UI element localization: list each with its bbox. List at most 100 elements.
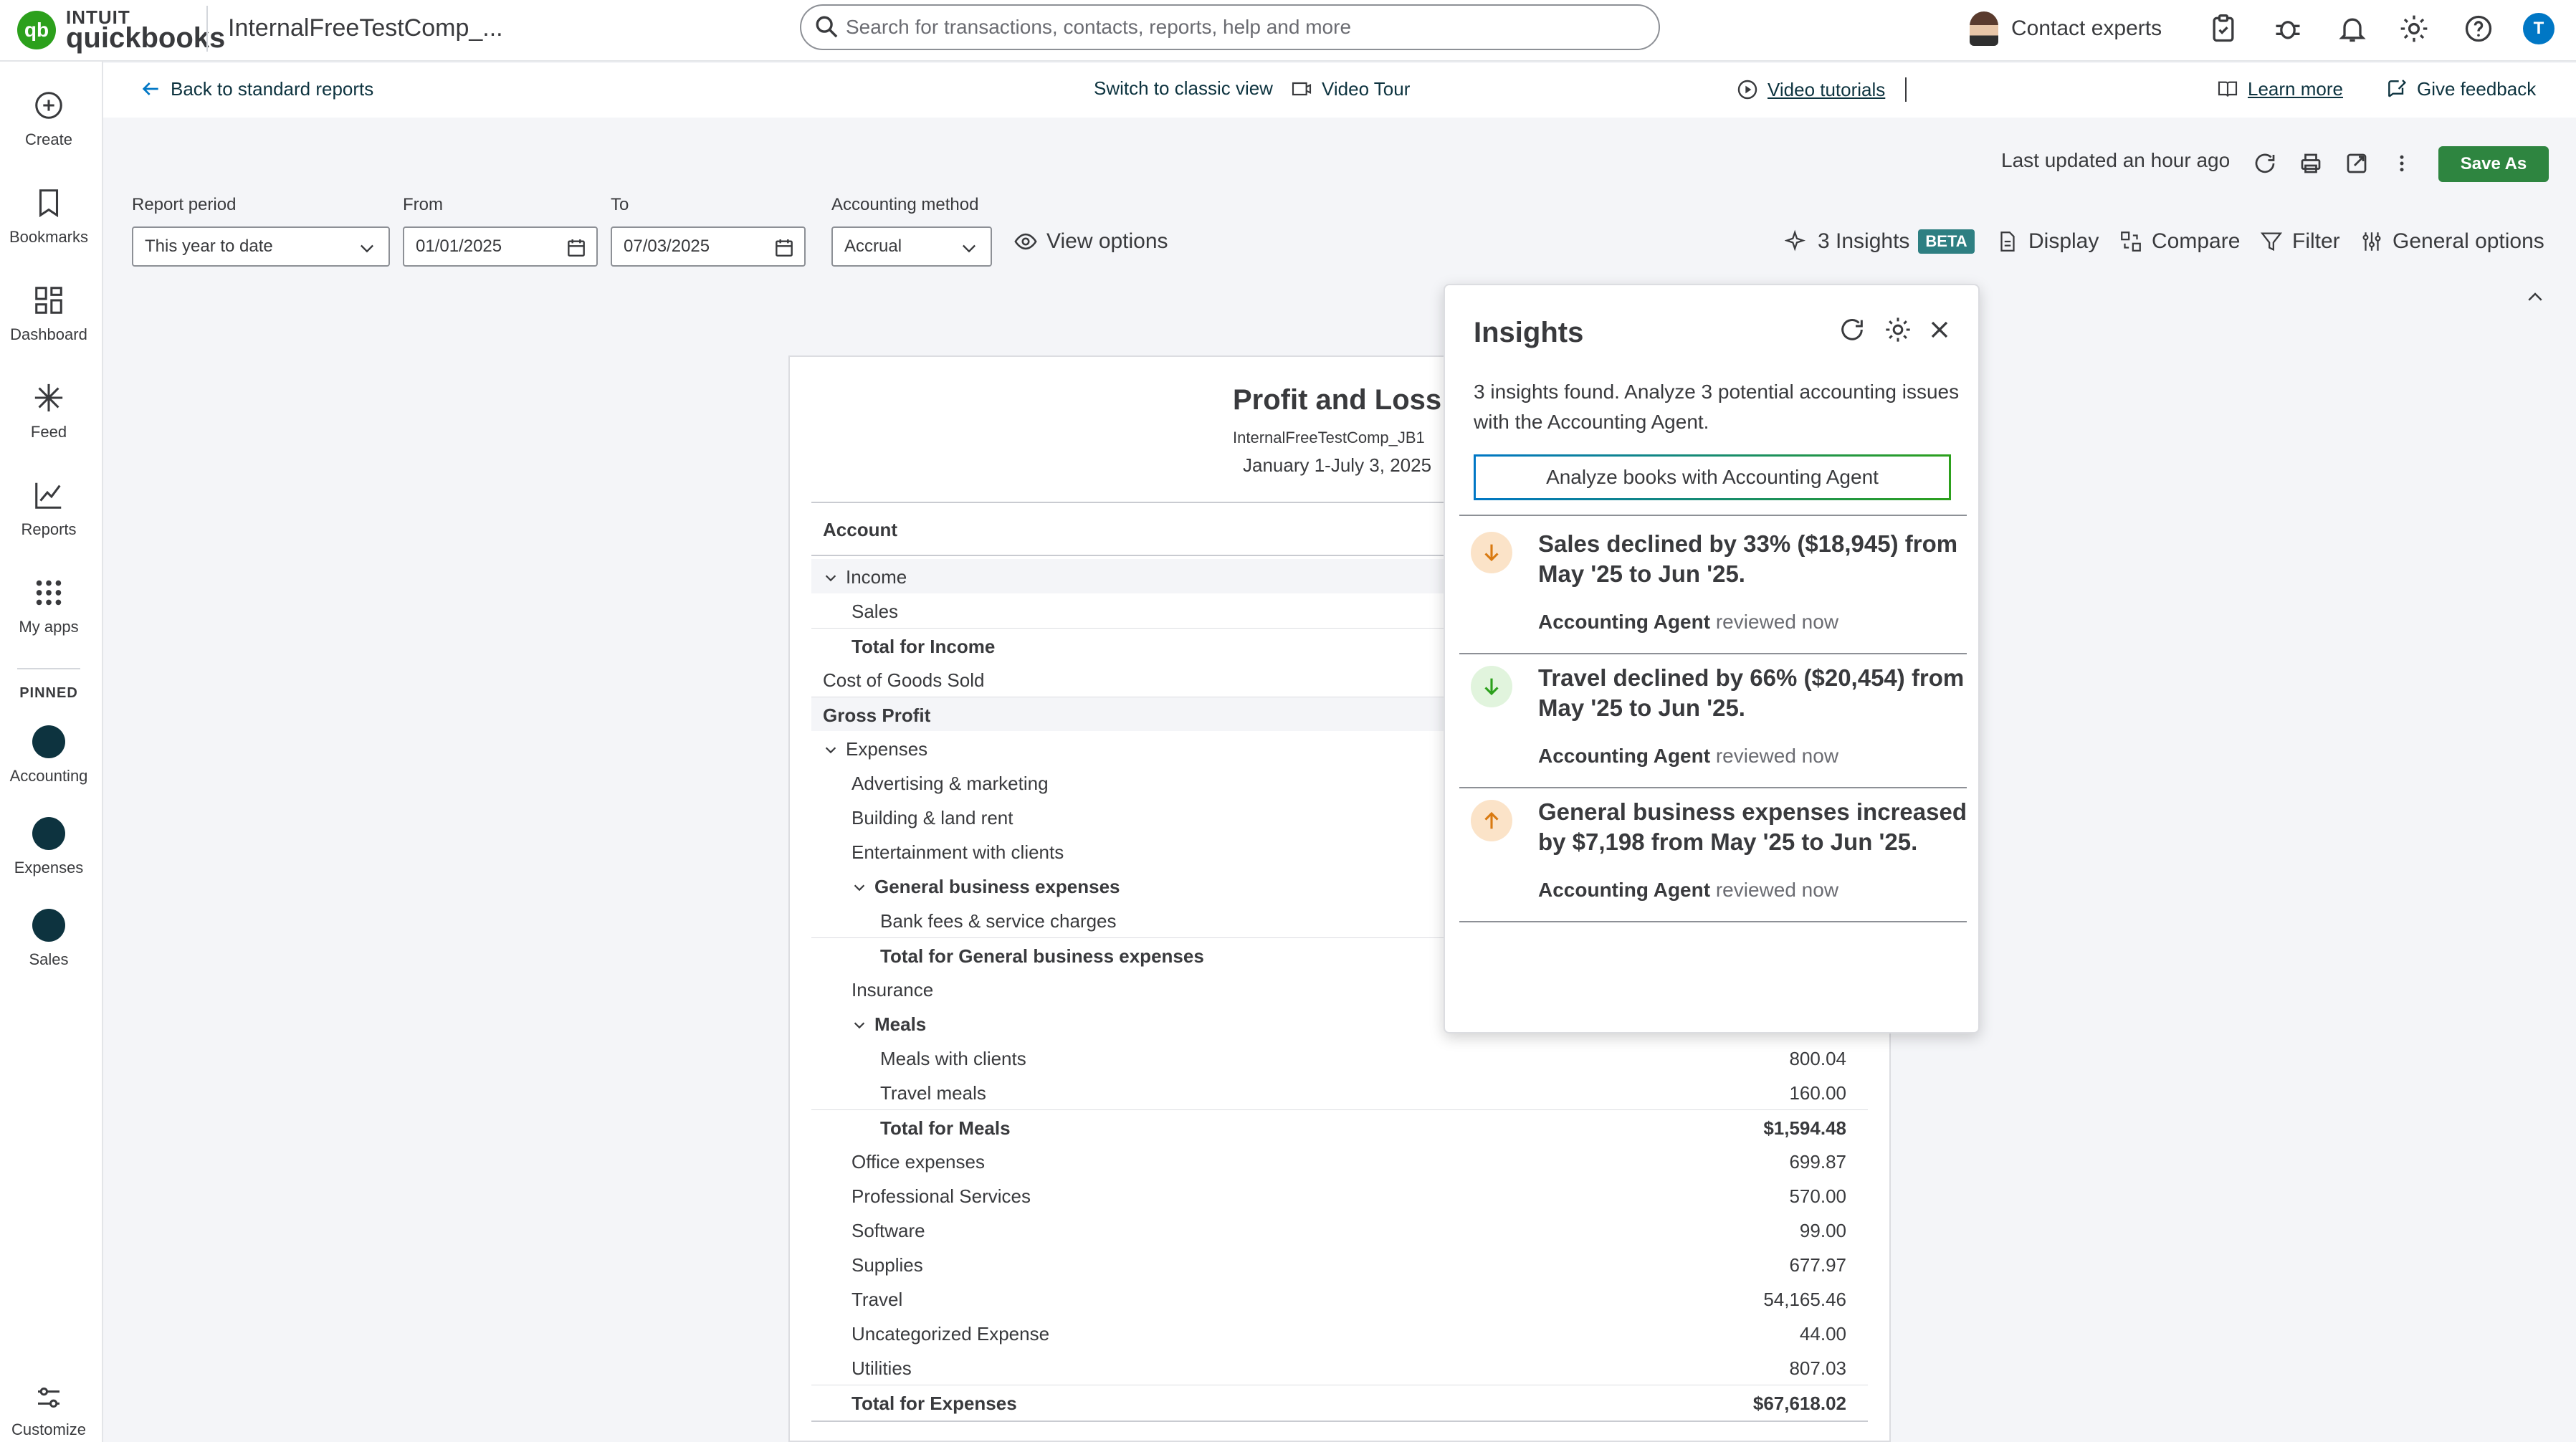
chevron-up-icon[interactable] [2524,287,2546,308]
accounting-method-label: Accounting method [831,195,979,214]
sidebar-label-expenses: Expenses [14,859,84,877]
filter-button[interactable]: Filter [2259,229,2340,254]
row-label: Total for Meals [880,1117,1011,1139]
row-amount[interactable]: 54,165.46 [1763,1289,1846,1311]
row-amount[interactable]: 807.03 [1789,1357,1846,1380]
switch-classic-view-link[interactable]: Switch to classic view [1094,77,1273,100]
report-row[interactable]: Travel 54,165.46 [811,1281,1868,1316]
help-icon[interactable] [2463,13,2494,44]
video-tutorials-link[interactable]: Video tutorials [1736,77,1907,102]
sidebar-item-dashboard[interactable]: Dashboard [0,284,97,344]
row-amount[interactable]: 160.00 [1789,1082,1846,1104]
insight-item[interactable]: Travel declined by 66% ($20,454) from Ma… [1459,656,1967,785]
learn-more-link[interactable]: Learn more [2216,77,2343,100]
refresh-icon[interactable] [1838,315,1866,344]
report-row[interactable]: Supplies 677.97 [811,1247,1868,1281]
sidebar-item-bookmarks[interactable]: Bookmarks [0,186,97,247]
row-label-group: Sales [851,601,898,623]
sidebar-item-reports[interactable]: Reports [0,479,97,539]
calendar-icon[interactable] [773,237,796,259]
report-row[interactable]: Office expenses 699.87 [811,1144,1868,1178]
report-row[interactable]: Total for Expenses $67,618.02 [811,1385,1868,1419]
contact-experts-button[interactable]: Contact experts [1970,9,2162,49]
report-bottom-rule [811,1420,1868,1422]
report-row[interactable]: Software 99.00 [811,1213,1868,1247]
accounting-method-select[interactable]: Accrual [831,226,992,267]
refresh-icon[interactable] [2252,151,2278,176]
general-options-label: General options [2393,229,2544,253]
chevron-down-icon[interactable] [851,1017,867,1033]
bug-icon[interactable] [2272,13,2304,44]
report-row[interactable]: Uncategorized Expense 44.00 [811,1316,1868,1350]
compare-label: Compare [2152,229,2241,253]
general-options-button[interactable]: General options [2360,229,2544,254]
to-date-field[interactable]: 07/03/2025 [611,226,806,267]
display-button[interactable]: Display [1995,229,2099,254]
close-icon[interactable] [1925,315,1954,344]
more-icon[interactable] [2391,151,2413,176]
insights-divider [1459,921,1967,922]
row-amount[interactable]: 800.04 [1789,1048,1846,1070]
report-row[interactable]: Utilities 807.03 [811,1350,1868,1385]
report-period-select[interactable]: This year to date [132,226,390,267]
expert-avatar [1970,11,1998,46]
row-amount[interactable]: 44.00 [1800,1323,1846,1345]
company-name[interactable]: InternalFreeTestComp_... [228,14,503,42]
row-label-group: Travel [851,1289,902,1311]
insight-text: General business expenses increased by $… [1538,798,1967,855]
from-date-field[interactable]: 01/01/2025 [403,226,598,267]
insight-item[interactable]: General business expenses increased by $… [1459,790,1967,919]
search-input[interactable]: Search for transactions, contacts, repor… [800,4,1660,50]
save-as-button[interactable]: Save As [2438,146,2549,182]
accounting-icon [32,725,65,758]
row-label: Total for Income [851,636,996,657]
row-amount[interactable]: 677.97 [1789,1254,1846,1276]
sidebar-label-customize: Customize [11,1420,86,1438]
analyze-books-button[interactable]: Analyze books with Accounting Agent [1474,454,1951,500]
chevron-down-icon[interactable] [823,742,839,758]
sidebar-item-expenses[interactable]: Expenses [0,817,97,877]
sidebar-item-accounting[interactable]: Accounting [0,725,97,786]
row-label: Income [846,566,907,588]
account-column-header[interactable]: Account [823,519,897,541]
from-label: From [403,195,443,214]
row-amount[interactable]: 570.00 [1789,1185,1846,1208]
insight-item[interactable]: Sales declined by 33% ($18,945) from May… [1459,522,1967,651]
report-row[interactable]: Travel meals 160.00 [811,1075,1868,1109]
row-amount[interactable]: 99.00 [1800,1220,1846,1242]
clipboard-icon[interactable] [2208,13,2239,44]
row-label: Utilities [851,1357,912,1379]
row-label-group: Travel meals [880,1082,986,1104]
sidebar-item-create[interactable]: Create [0,89,97,149]
row-amount[interactable]: $67,618.02 [1753,1393,1846,1415]
gear-icon[interactable] [2398,13,2430,44]
report-row[interactable]: Professional Services 570.00 [811,1178,1868,1213]
give-feedback-link[interactable]: Give feedback [2385,77,2536,100]
row-label-group: Total for General business expenses [880,945,1204,968]
sidebar-item-feed[interactable]: Feed [0,381,97,441]
back-to-reports-link[interactable]: Back to standard reports [139,77,373,100]
report-row[interactable]: Meals with clients 800.04 [811,1041,1868,1075]
gear-icon[interactable] [1884,315,1912,344]
quickbooks-logo[interactable]: qb INTUIT quickbooks [17,4,225,56]
calendar-icon[interactable] [565,237,588,259]
sidebar-item-customize[interactable]: Customize [0,1383,97,1439]
export-icon[interactable] [2344,151,2370,176]
report-row[interactable]: Total for Meals $1,594.48 [811,1109,1868,1144]
chevron-down-icon[interactable] [823,570,839,586]
compare-button[interactable]: Compare [2119,229,2240,254]
print-icon[interactable] [2298,151,2324,176]
insights-button[interactable]: 3 Insights BETA [1785,229,1975,254]
video-tutorials-label: Video tutorials [1768,78,1886,100]
row-amount[interactable]: 699.87 [1789,1151,1846,1173]
user-avatar[interactable]: T [2523,13,2554,44]
bell-icon[interactable] [2337,13,2368,44]
row-amount[interactable]: $1,594.48 [1763,1117,1846,1140]
insight-status: Accounting Agent reviewed now [1538,611,1838,634]
sidebar-item-sales[interactable]: Sales [0,909,97,969]
video-tour-link[interactable]: Video Tour [1290,77,1410,100]
view-options-button[interactable]: View options [1013,229,1168,254]
sidebar-divider [17,668,80,669]
chevron-down-icon[interactable] [851,879,867,895]
sidebar-item-my-apps[interactable]: My apps [0,576,97,636]
